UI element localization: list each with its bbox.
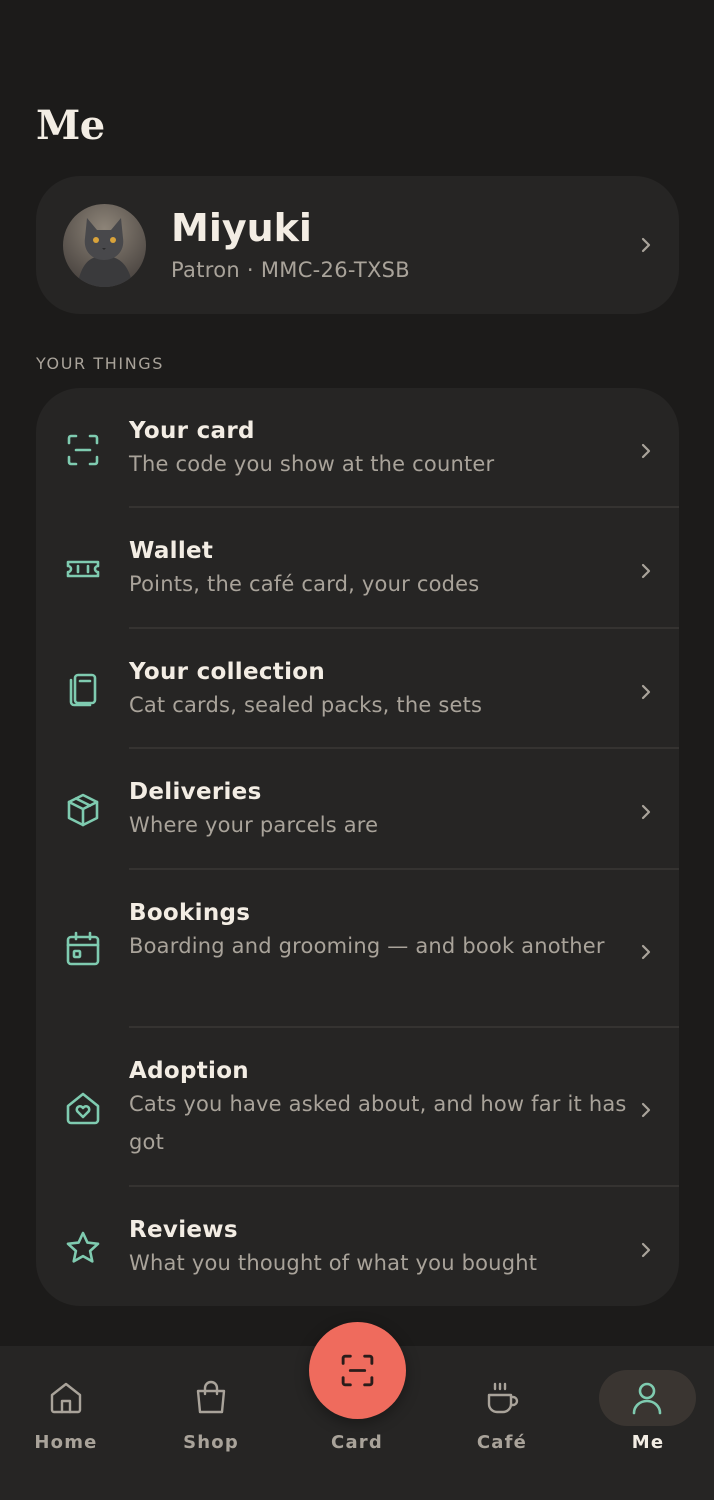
item-title: Your card [129,418,255,444]
item-subtitle: Points, the café card, your codes [129,572,480,596]
section-label: YOUR THINGS [36,354,165,373]
active-tab-indicator [599,1370,696,1426]
item-title: Bookings [129,900,251,926]
list-item-deliveries[interactable]: Deliveries Where your parcels are [36,749,679,870]
list-item-reviews[interactable]: Reviews What you thought of what you bou… [36,1187,679,1306]
list-item-wallet[interactable]: Wallet Points, the café card, your codes [36,508,679,629]
chevron-right-icon [641,944,651,960]
tab-label: Home [34,1432,98,1453]
coffee-cup-icon [487,1382,519,1414]
profile-name: Miyuki [171,206,312,250]
tab-label: Card [331,1432,383,1453]
item-subtitle: Cats you have asked about, and how far i… [129,1092,627,1154]
tab-label: Me [631,1432,665,1453]
profile-subtitle: Patron · MMC-26-TXSB [171,258,410,282]
chevron-right-icon [641,1242,651,1258]
tab-label: Shop [183,1432,239,1453]
list-item-your-collection[interactable]: Your collection Cat cards, sealed packs,… [36,629,679,749]
tab-label: Café [476,1432,528,1453]
home-icon [50,1382,82,1414]
list-item-your-card[interactable]: Your card The code you show at the count… [36,388,679,508]
tab-cafe[interactable]: Café [442,1346,562,1500]
cards-icon [69,673,97,707]
profile-card[interactable]: Miyuki Patron · MMC-26-TXSB [36,176,679,314]
star-icon [66,1231,100,1263]
page-title: Me [36,102,105,149]
tab-home[interactable]: Home [6,1346,126,1500]
item-subtitle: Where your parcels are [129,813,379,837]
user-icon [632,1382,662,1415]
ticket-icon [66,560,100,578]
scan-card-icon [67,434,99,466]
item-title: Adoption [129,1058,249,1084]
item-title: Deliveries [129,779,262,805]
item-title: Your collection [129,659,326,685]
scan-card-icon [341,1354,374,1387]
chevron-right-icon [641,563,651,579]
item-subtitle: Boarding and grooming — and book another [129,934,605,958]
item-title: Reviews [129,1217,238,1243]
chevron-right-icon [641,684,651,700]
shopping-bag-icon [196,1380,226,1414]
chevron-right-icon [641,804,651,820]
item-subtitle: What you thought of what you bought [129,1251,538,1275]
card-scan-button[interactable] [309,1322,406,1419]
item-subtitle: The code you show at the counter [129,452,495,476]
box-icon [67,793,99,827]
avatar [63,204,146,287]
calendar-icon [66,931,100,966]
home-heart-icon [66,1092,100,1125]
list-item-bookings[interactable]: Bookings Boarding and grooming — and boo… [36,870,679,1028]
chevron-right-icon [641,1102,651,1118]
chevron-right-icon [641,443,651,459]
list-item-adoption[interactable]: Adoption Cats you have asked about, and … [36,1028,679,1187]
item-subtitle: Cat cards, sealed packs, the sets [129,693,483,717]
item-title: Wallet [129,538,214,564]
chevron-right-icon [641,237,651,253]
your-things-list: Your card The code you show at the count… [36,388,679,1306]
tab-shop[interactable]: Shop [151,1346,271,1500]
